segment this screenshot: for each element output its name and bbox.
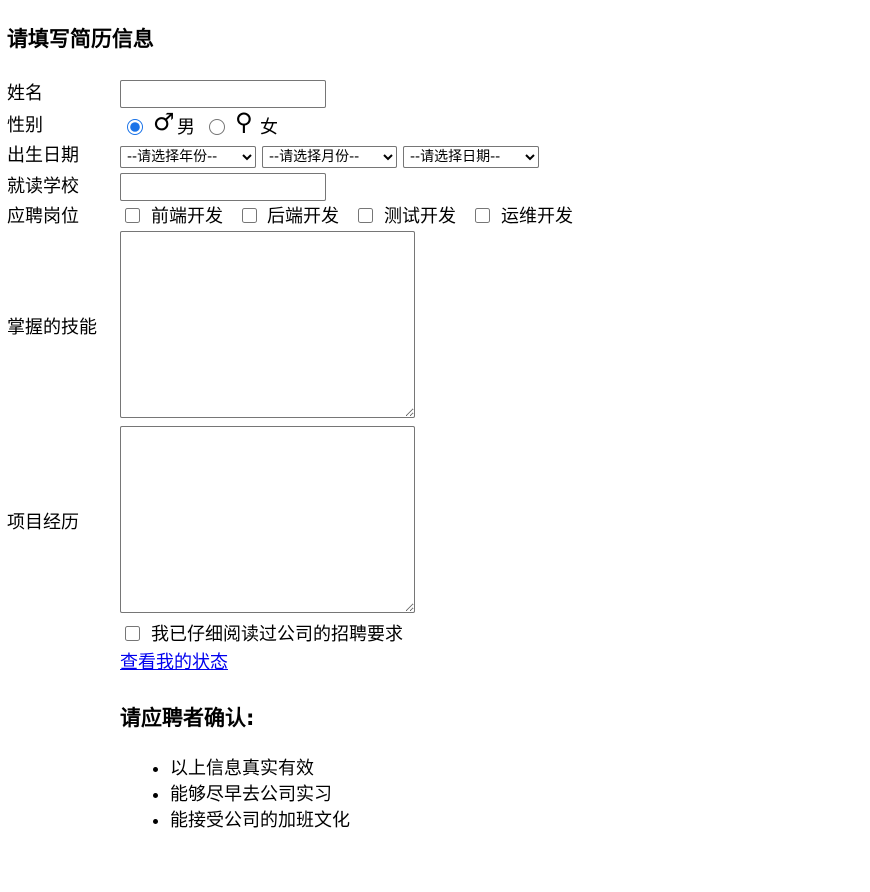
position-backend-checkbox[interactable]	[242, 208, 257, 223]
school-input[interactable]	[120, 173, 326, 201]
agreement-checkbox[interactable]	[125, 626, 140, 641]
skills-textarea[interactable]	[120, 231, 415, 418]
birthdate-label: 出生日期	[7, 145, 79, 166]
birth-day-select[interactable]: --请选择日期--	[403, 146, 539, 168]
list-item: 能够尽早去公司实习	[170, 782, 350, 808]
position-testing-label: 测试开发	[384, 206, 456, 227]
birth-year-select[interactable]: --请选择年份--	[120, 146, 256, 168]
page-title: 请填写简历信息	[7, 27, 154, 51]
birth-month-select[interactable]: --请选择月份--	[262, 146, 397, 168]
confirm-list: 以上信息真实有效 能够尽早去公司实习 能接受公司的加班文化	[120, 756, 350, 834]
skills-label: 掌握的技能	[7, 317, 97, 338]
female-symbol-icon: ⚲	[235, 108, 253, 136]
gender-male-radio[interactable]	[127, 119, 143, 135]
position-ops-label: 运维开发	[501, 206, 573, 227]
gender-male-label: 男	[177, 117, 195, 138]
projects-textarea[interactable]	[120, 426, 415, 613]
school-label: 就读学校	[7, 176, 79, 197]
position-testing-checkbox[interactable]	[358, 208, 373, 223]
gender-female-radio[interactable]	[209, 119, 225, 135]
list-item: 以上信息真实有效	[170, 756, 350, 782]
agreement-label: 我已仔细阅读过公司的招聘要求	[151, 624, 403, 645]
list-item: 能接受公司的加班文化	[170, 808, 350, 834]
position-backend-label: 后端开发	[267, 206, 339, 227]
view-status-link[interactable]: 查看我的状态	[120, 651, 228, 675]
position-label: 应聘岗位	[7, 206, 79, 227]
name-label: 姓名	[7, 83, 43, 104]
name-input[interactable]	[120, 80, 326, 108]
position-ops-checkbox[interactable]	[475, 208, 490, 223]
male-symbol-icon: ♂	[153, 108, 175, 136]
confirm-heading: 请应聘者确认:	[120, 706, 255, 730]
position-frontend-label: 前端开发	[151, 206, 223, 227]
projects-label: 项目经历	[7, 512, 79, 533]
gender-label: 性别	[7, 115, 43, 136]
gender-female-label: 女	[260, 117, 278, 138]
position-frontend-checkbox[interactable]	[125, 208, 140, 223]
